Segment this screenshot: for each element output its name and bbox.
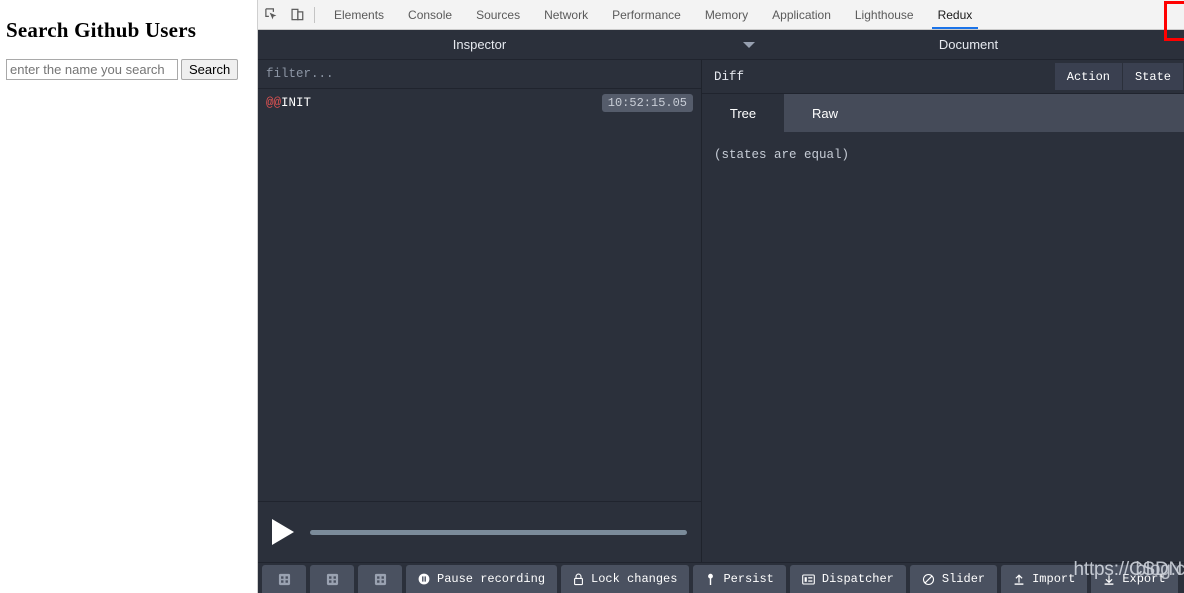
devtools-panel: Elements Console Sources Network Perform… [258, 0, 1184, 593]
device-toolbar-icon[interactable] [284, 2, 310, 28]
import-button[interactable]: Import [1001, 565, 1088, 593]
subtab-raw[interactable]: Raw [784, 94, 866, 132]
layout-button-1[interactable] [262, 565, 306, 593]
search-input[interactable] [6, 59, 178, 80]
inspect-element-icon[interactable] [258, 2, 284, 28]
dispatcher-button[interactable]: Dispatcher [789, 565, 906, 593]
tab-memory[interactable]: Memory [693, 0, 760, 29]
action-list-pane: filter... @@INIT 10:52:15.05 [258, 60, 702, 562]
monitor-body: filter... @@INIT 10:52:15.05 Diff Action… [258, 60, 1184, 562]
devtools-toolbar: Elements Console Sources Network Perform… [258, 0, 1184, 30]
import-label: Import [1032, 572, 1076, 586]
diff-pane: Diff Action State Tree Raw (states are e… [702, 60, 1184, 562]
devtools-tab-list: Elements Console Sources Network Perform… [322, 0, 984, 29]
page-title: Search Github Users [6, 18, 197, 42]
search-form: Search [6, 59, 257, 80]
action-list: @@INIT 10:52:15.05 [258, 89, 701, 501]
layout-button-3[interactable] [358, 565, 402, 593]
diff-segment-group: Action State [1054, 63, 1184, 90]
tab-console[interactable]: Console [396, 0, 464, 29]
play-icon[interactable] [272, 519, 294, 545]
layout-grid-icon [278, 573, 291, 586]
document-title: Document [938, 37, 999, 52]
monitor-header: Inspector Document [258, 30, 1184, 60]
action-timestamp: 10:52:15.05 [601, 94, 693, 112]
filter-input[interactable]: filter... [258, 60, 701, 89]
layout-grid-icon [374, 573, 387, 586]
slider-off-icon [922, 573, 935, 586]
dispatcher-icon [802, 573, 815, 585]
chevron-down-icon[interactable] [743, 41, 755, 48]
tab-sources[interactable]: Sources [464, 0, 532, 29]
tab-lighthouse[interactable]: Lighthouse [843, 0, 926, 29]
diff-label: Diff [714, 69, 745, 84]
pin-icon [705, 573, 716, 586]
playback-slider-bar [258, 501, 701, 562]
persist-label: Persist [723, 572, 774, 586]
tab-performance[interactable]: Performance [600, 0, 693, 29]
pause-recording-label: Pause recording [437, 572, 546, 586]
dispatcher-label: Dispatcher [821, 572, 894, 586]
subtab-tree[interactable]: Tree [702, 94, 784, 132]
lock-changes-label: Lock changes [591, 572, 678, 586]
inspector-title: Inspector [452, 37, 507, 52]
toolbar-divider [314, 6, 315, 23]
lock-icon [573, 573, 584, 586]
pause-recording-button[interactable]: Pause recording [406, 565, 558, 593]
pause-record-icon [418, 573, 430, 585]
import-icon [1013, 573, 1025, 586]
tab-elements[interactable]: Elements [322, 0, 396, 29]
action-name-text: INIT [281, 96, 312, 110]
layout-button-2[interactable] [310, 565, 354, 593]
app-root: Search Github Users Search [0, 0, 1184, 593]
diff-subtabs: Tree Raw [702, 94, 1184, 132]
tab-application[interactable]: Application [760, 0, 843, 29]
timeline-slider[interactable] [310, 529, 687, 535]
slider-label: Slider [941, 572, 986, 586]
export-button[interactable]: Export [1091, 565, 1178, 593]
web-page-pane: Search Github Users Search [0, 0, 258, 593]
diff-toolbar: Diff Action State [702, 60, 1184, 94]
segment-action[interactable]: Action [1054, 63, 1123, 90]
export-label: Export [1122, 572, 1166, 586]
diff-content: (states are equal) [714, 148, 850, 162]
persist-button[interactable]: Persist [693, 565, 786, 593]
inspector-dropdown[interactable] [701, 41, 797, 48]
action-row-init[interactable]: @@INIT 10:52:15.05 [258, 89, 701, 117]
search-button[interactable]: Search [181, 59, 239, 80]
tab-redux[interactable]: Redux [926, 0, 985, 29]
slider-button[interactable]: Slider [909, 565, 998, 593]
export-icon [1103, 573, 1115, 586]
layout-grid-icon [326, 573, 339, 586]
action-name-prefix: @@ [266, 96, 282, 110]
action-name: @@INIT [266, 96, 311, 110]
tab-network[interactable]: Network [532, 0, 600, 29]
segment-state[interactable]: State [1122, 63, 1184, 90]
monitor-footer: Pause recording Lock changes Persist Dis… [258, 562, 1184, 593]
lock-changes-button[interactable]: Lock changes [561, 565, 690, 593]
